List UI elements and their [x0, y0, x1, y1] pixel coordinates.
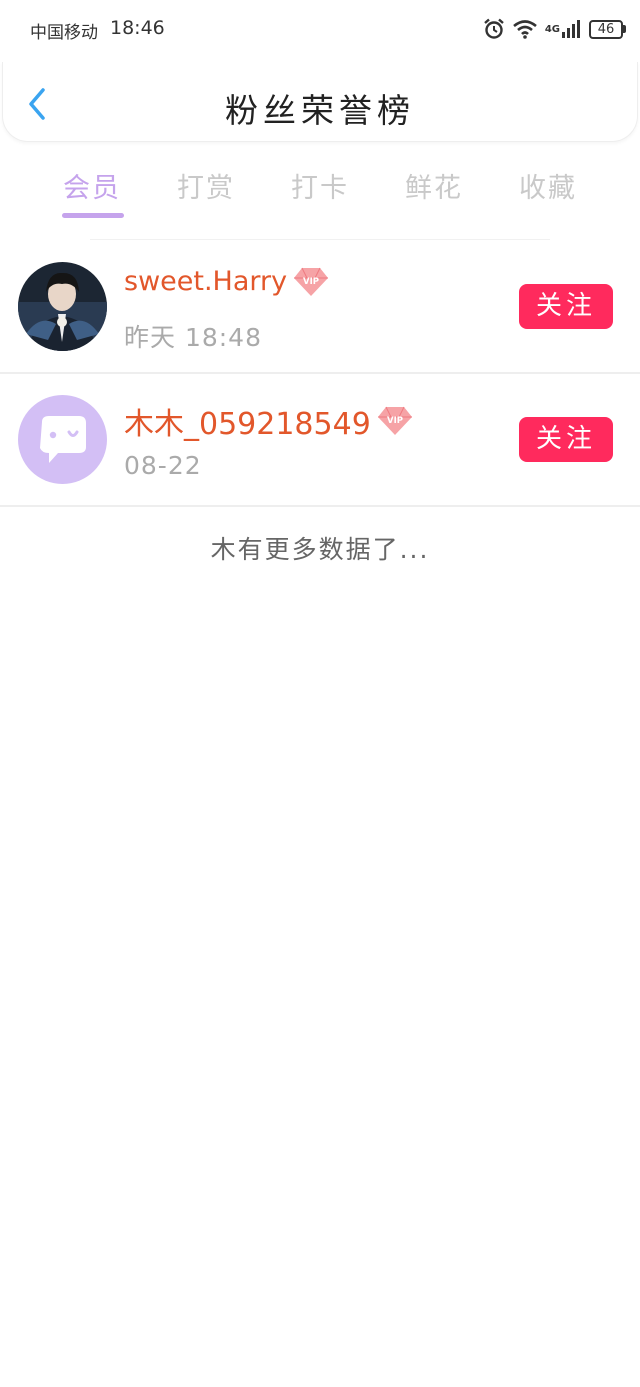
tab-bar: 会员 打赏 打卡 鲜花 收藏 [0, 160, 640, 240]
vip-gem-icon: VIP [293, 267, 329, 297]
tab-rewards[interactable]: 打赏 [156, 166, 256, 205]
wifi-icon [513, 19, 537, 39]
vip-gem-icon: VIP [377, 406, 413, 436]
follow-date: 昨天 18:48 [124, 323, 262, 352]
page-title: 粉丝荣誉榜 [225, 91, 415, 130]
follow-button[interactable]: 关注 [519, 417, 613, 462]
list-item: sweet.Harry VIP 昨天 18:48 关注 [0, 242, 640, 374]
avatar[interactable] [18, 262, 107, 351]
follow-button[interactable]: 关注 [519, 284, 613, 329]
no-more-data-text: 木有更多数据了... [210, 535, 430, 564]
follow-date: 08-22 [124, 451, 202, 480]
carrier-name: 中国移动 [30, 23, 98, 43]
cellular-signal-icon: 4G [545, 19, 581, 39]
app-header: 粉丝荣誉榜 [2, 62, 638, 142]
default-avatar[interactable] [18, 395, 107, 484]
status-time: 18:46 [110, 17, 165, 39]
status-bar: 中国移动 18:46 4G 46 [0, 0, 640, 60]
battery-tip [623, 25, 626, 33]
tabs-divider [90, 239, 550, 240]
active-tab-indicator [62, 213, 124, 218]
tab-flowers[interactable]: 鲜花 [384, 166, 484, 205]
battery-level: 46 [589, 19, 623, 39]
alarm-icon [483, 18, 505, 40]
network-type: 4G [544, 23, 560, 35]
name-line: 木木_059218549 VIP [124, 399, 413, 443]
battery-icon: 46 [589, 19, 626, 39]
status-icons: 4G 46 [483, 18, 626, 40]
vip-badge-text: VIP [387, 416, 403, 426]
tab-members[interactable]: 会员 [42, 166, 142, 205]
username[interactable]: 木木_059218549 [124, 399, 371, 443]
list-item: 木木_059218549 VIP 08-22 关注 [0, 375, 640, 507]
username[interactable]: sweet.Harry [124, 266, 287, 297]
tab-checkin[interactable]: 打卡 [270, 166, 370, 205]
tab-favorites[interactable]: 收藏 [498, 166, 598, 205]
name-line: sweet.Harry VIP [124, 266, 329, 297]
vip-badge-text: VIP [303, 277, 319, 287]
